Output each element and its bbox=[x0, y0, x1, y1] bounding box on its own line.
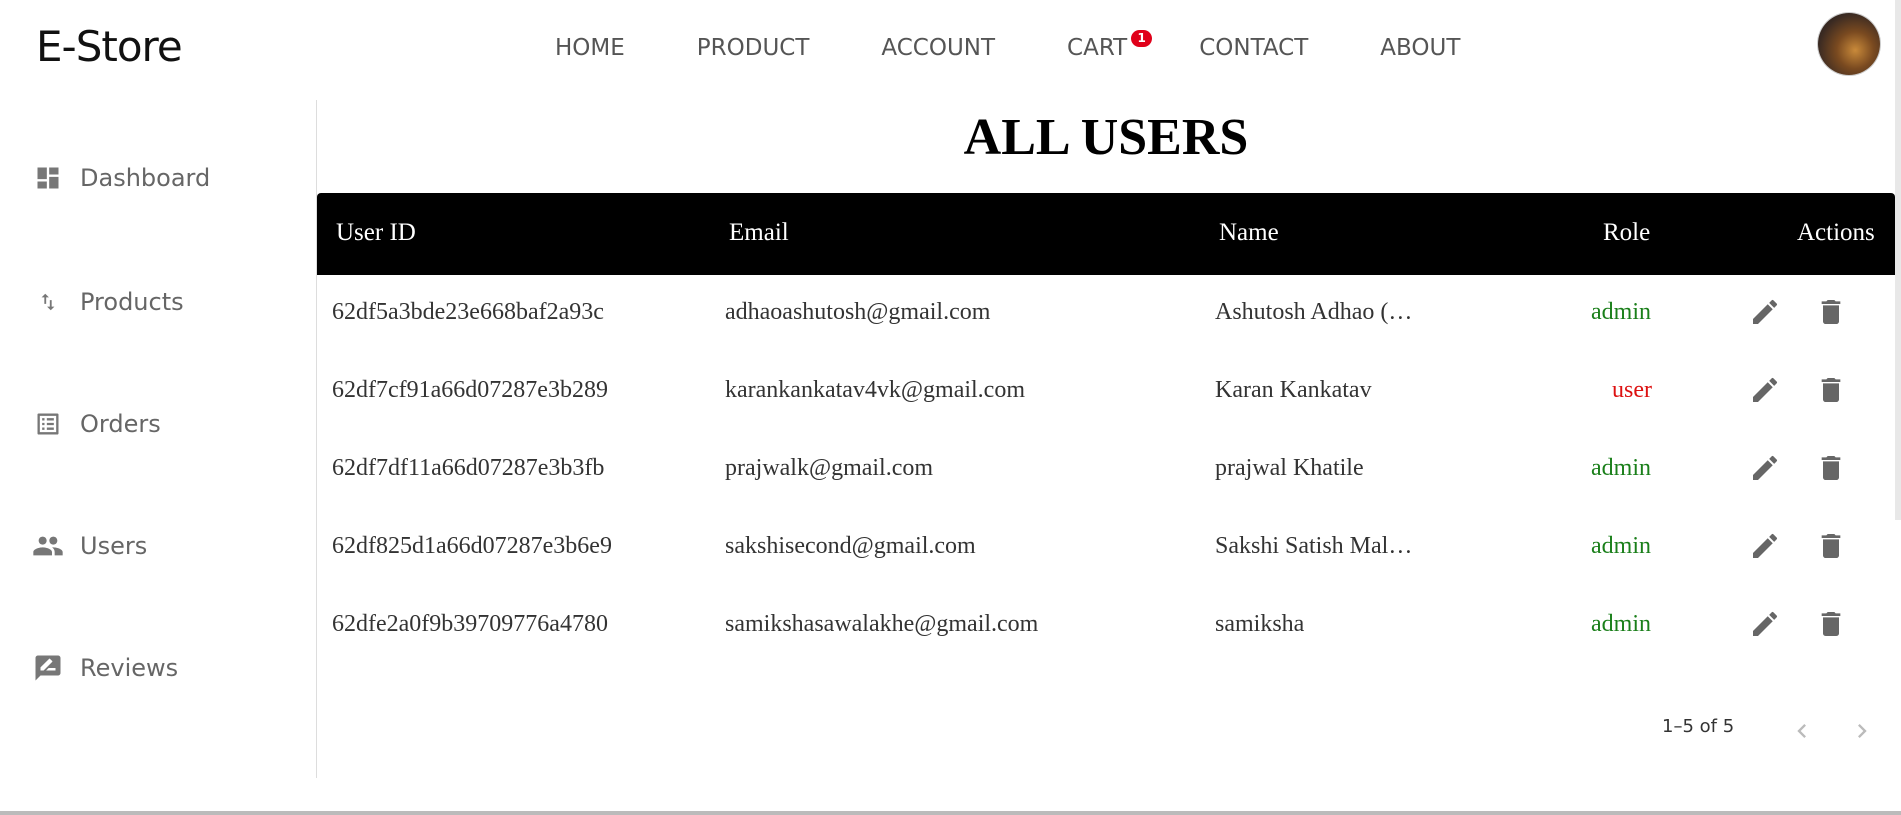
delete-icon bbox=[1821, 534, 1841, 558]
cell-name: Ashutosh Adhao (… bbox=[1215, 299, 1413, 325]
table-row[interactable]: 62df7cf91a66d07287e3b289 karankankatav4v… bbox=[317, 353, 1895, 431]
main-nav: HOME PRODUCT ACCOUNT CART 1 CONTACT ABOU… bbox=[555, 30, 1532, 61]
cart-count-badge: 1 bbox=[1131, 30, 1153, 47]
pagination-range-text: 1–5 of 5 bbox=[1662, 716, 1735, 737]
column-header-actions: Actions bbox=[1797, 219, 1875, 246]
nav-about[interactable]: ABOUT bbox=[1380, 35, 1460, 61]
cell-name: prajwal Khatile bbox=[1215, 455, 1364, 481]
sidebar-item-dashboard[interactable]: Dashboard bbox=[32, 162, 210, 194]
cell-name: Sakshi Satish Mal… bbox=[1215, 533, 1413, 559]
sidebar-item-products[interactable]: Products bbox=[32, 286, 184, 318]
cell-user-id: 62dfe2a0f9b39709776a4780 bbox=[332, 611, 608, 637]
cell-email: samikshasawalakhe@gmail.com bbox=[725, 611, 1039, 637]
sidebar-item-label: Dashboard bbox=[80, 164, 211, 192]
table-row[interactable]: 62df825d1a66d07287e3b6e9 sakshisecond@gm… bbox=[317, 509, 1895, 587]
delete-button[interactable] bbox=[1814, 295, 1848, 329]
sidebar-item-orders[interactable]: Orders bbox=[32, 408, 161, 440]
edit-button[interactable] bbox=[1748, 607, 1782, 641]
delete-button[interactable] bbox=[1814, 373, 1848, 407]
sidebar-item-label: Users bbox=[80, 532, 148, 560]
column-header-email[interactable]: Email bbox=[729, 219, 789, 247]
logo[interactable]: E-Store bbox=[36, 22, 183, 71]
delete-icon bbox=[1821, 612, 1841, 636]
sidebar-item-reviews[interactable]: Reviews bbox=[32, 652, 178, 684]
rate-review-icon bbox=[32, 652, 64, 684]
previous-page-button[interactable] bbox=[1784, 713, 1820, 749]
page-title: ALL USERS bbox=[963, 109, 1249, 166]
edit-icon bbox=[1753, 377, 1778, 402]
column-header-user-id[interactable]: User ID bbox=[336, 219, 416, 247]
edit-icon bbox=[1753, 455, 1778, 480]
table-pagination: 1–5 of 5 bbox=[1662, 713, 1882, 753]
cell-name: samiksha bbox=[1215, 611, 1305, 637]
column-header-name[interactable]: Name bbox=[1219, 219, 1279, 247]
cell-role: admin bbox=[1591, 455, 1651, 481]
cell-name: Karan Kankatav bbox=[1215, 377, 1372, 403]
edit-button[interactable] bbox=[1748, 529, 1782, 563]
delete-button[interactable] bbox=[1814, 451, 1848, 485]
people-icon bbox=[32, 530, 64, 562]
delete-button[interactable] bbox=[1814, 607, 1848, 641]
sidebar-item-label: Products bbox=[80, 288, 184, 316]
cell-email: adhaoashutosh@gmail.com bbox=[725, 299, 991, 325]
list-alt-icon bbox=[32, 408, 64, 440]
cell-role: admin bbox=[1591, 533, 1651, 559]
table-row[interactable]: 62dfe2a0f9b39709776a4780 samikshasawalak… bbox=[317, 587, 1895, 665]
cell-email: sakshisecond@gmail.com bbox=[725, 533, 976, 559]
edit-icon bbox=[1753, 611, 1778, 636]
edit-button[interactable] bbox=[1748, 451, 1782, 485]
vertical-scrollbar[interactable] bbox=[1895, 0, 1901, 520]
user-avatar[interactable] bbox=[1818, 13, 1880, 75]
column-header-role[interactable]: Role bbox=[1603, 219, 1650, 247]
sidebar-item-users[interactable]: Users bbox=[32, 530, 147, 562]
import-export-icon bbox=[32, 286, 64, 318]
cell-user-id: 62df7cf91a66d07287e3b289 bbox=[332, 377, 608, 403]
cell-role: user bbox=[1612, 377, 1652, 403]
nav-home[interactable]: HOME bbox=[555, 35, 625, 61]
table-row[interactable]: 62df5a3bde23e668baf2a93c adhaoashutosh@g… bbox=[317, 275, 1895, 353]
delete-icon bbox=[1821, 456, 1841, 480]
delete-icon bbox=[1821, 300, 1841, 324]
chevron-left-icon bbox=[1797, 724, 1806, 738]
nav-product[interactable]: PRODUCT bbox=[697, 35, 810, 61]
chevron-right-icon bbox=[1858, 724, 1867, 738]
next-page-button[interactable] bbox=[1844, 713, 1880, 749]
cell-email: prajwalk@gmail.com bbox=[725, 455, 934, 481]
nav-cart-label: CART bbox=[1067, 35, 1128, 61]
admin-sidebar: Dashboard Products Orders Users Reviews bbox=[0, 100, 317, 778]
bottom-edge bbox=[0, 811, 1901, 815]
nav-account[interactable]: ACCOUNT bbox=[881, 35, 995, 61]
sidebar-item-label: Reviews bbox=[80, 654, 179, 682]
cell-email: karankankatav4vk@gmail.com bbox=[725, 377, 1025, 403]
table-header: User ID Email Name Role Actions bbox=[317, 193, 1895, 275]
delete-icon bbox=[1821, 378, 1841, 402]
delete-button[interactable] bbox=[1814, 529, 1848, 563]
dashboard-icon bbox=[32, 162, 64, 194]
sidebar-item-label: Orders bbox=[80, 410, 161, 438]
nav-contact[interactable]: CONTACT bbox=[1199, 35, 1308, 61]
cell-user-id: 62df825d1a66d07287e3b6e9 bbox=[332, 533, 612, 559]
top-header: E-Store HOME PRODUCT ACCOUNT CART 1 CONT… bbox=[0, 0, 1901, 100]
cell-user-id: 62df5a3bde23e668baf2a93c bbox=[332, 299, 604, 325]
cell-role: admin bbox=[1591, 611, 1651, 637]
edit-icon bbox=[1753, 299, 1778, 324]
edit-button[interactable] bbox=[1748, 295, 1782, 329]
edit-icon bbox=[1753, 533, 1778, 558]
cell-role: admin bbox=[1591, 299, 1651, 325]
nav-cart[interactable]: CART 1 bbox=[1067, 30, 1153, 61]
main-content: ALL USERS User ID Email Name Role Action… bbox=[317, 100, 1895, 780]
edit-button[interactable] bbox=[1748, 373, 1782, 407]
table-row[interactable]: 62df7df11a66d07287e3b3fb prajwalk@gmail.… bbox=[317, 431, 1895, 509]
cell-user-id: 62df7df11a66d07287e3b3fb bbox=[332, 455, 605, 481]
